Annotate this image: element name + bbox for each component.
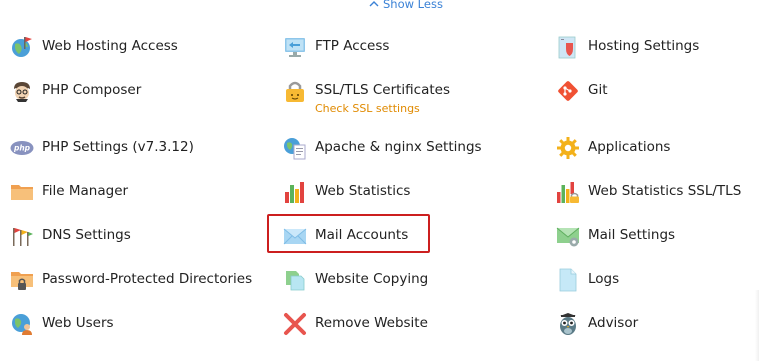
web-statistics-item[interactable]: Web Statistics bbox=[283, 180, 410, 204]
git-item[interactable]: Git bbox=[556, 79, 608, 103]
remove-website-item[interactable]: Remove Website bbox=[283, 312, 428, 336]
owl-icon bbox=[556, 312, 580, 336]
php-composer-label: PHP Composer bbox=[42, 82, 142, 98]
password-protected-directories-item[interactable]: Password-Protected Directories bbox=[10, 268, 252, 292]
mail-settings-icon bbox=[556, 224, 580, 248]
svg-text:php: php bbox=[13, 144, 31, 153]
hosting-settings-item[interactable]: Hosting Settings bbox=[556, 35, 699, 59]
web-statistics-ssl-item[interactable]: Web Statistics SSL/TLS bbox=[556, 180, 741, 204]
dns-settings-label: DNS Settings bbox=[42, 227, 131, 243]
server-shield-icon bbox=[556, 35, 580, 59]
remove-website-label: Remove Website bbox=[315, 315, 428, 331]
git-label: Git bbox=[588, 82, 608, 98]
logs-item[interactable]: Logs bbox=[556, 268, 619, 292]
web-hosting-access-label: Web Hosting Access bbox=[42, 38, 178, 54]
git-icon bbox=[556, 79, 580, 103]
scroll-edge-shadow bbox=[755, 290, 759, 361]
advisor-label: Advisor bbox=[588, 315, 639, 331]
apache-nginx-settings-label: Apache & nginx Settings bbox=[315, 139, 482, 155]
envelope-icon bbox=[283, 224, 307, 248]
web-statistics-label: Web Statistics bbox=[315, 183, 411, 199]
file-manager-label: File Manager bbox=[42, 183, 129, 199]
apache-nginx-settings-item[interactable]: Apache & nginx Settings bbox=[283, 136, 482, 160]
bar-chart-icon bbox=[283, 180, 307, 204]
ssl-tls-certificates-label: SSL/TLS Certificates bbox=[315, 82, 450, 98]
red-x-icon bbox=[283, 312, 307, 336]
folder-icon bbox=[10, 180, 34, 204]
padlock-icon bbox=[283, 79, 307, 103]
php-settings-item[interactable]: php PHP Settings (v7.3.12) bbox=[10, 136, 194, 160]
check-ssl-settings-link[interactable]: Check SSL settings bbox=[315, 102, 450, 115]
chevron-up-icon bbox=[369, 1, 379, 7]
applications-label: Applications bbox=[588, 139, 671, 155]
show-less-link[interactable]: Show Less bbox=[369, 0, 443, 11]
globe-user-icon bbox=[10, 312, 34, 336]
mail-settings-label: Mail Settings bbox=[588, 227, 676, 243]
composer-icon bbox=[10, 79, 34, 103]
ssl-tls-certificates-item[interactable]: SSL/TLS Certificates Check SSL settings bbox=[283, 79, 450, 115]
globe-document-icon bbox=[283, 136, 307, 160]
website-copying-label: Website Copying bbox=[315, 271, 429, 287]
bar-chart-lock-icon bbox=[556, 180, 580, 204]
dns-settings-item[interactable]: DNS Settings bbox=[10, 224, 131, 248]
php-settings-label: PHP Settings (v7.3.12) bbox=[42, 139, 194, 155]
logs-label: Logs bbox=[588, 271, 620, 287]
ftp-access-item[interactable]: FTP Access bbox=[283, 35, 389, 59]
php-composer-item[interactable]: PHP Composer bbox=[10, 79, 141, 103]
copy-pages-icon bbox=[283, 268, 307, 292]
web-users-item[interactable]: Web Users bbox=[10, 312, 114, 336]
dns-flags-icon bbox=[10, 224, 34, 248]
locked-folder-icon bbox=[10, 268, 34, 292]
hosting-tools-panel: Show Less Web Hosting Access PHP Compose… bbox=[0, 0, 759, 361]
web-hosting-access-item[interactable]: Web Hosting Access bbox=[10, 35, 178, 59]
php-icon: php bbox=[10, 136, 34, 160]
gear-icon bbox=[556, 136, 580, 160]
mail-settings-item[interactable]: Mail Settings bbox=[556, 224, 675, 248]
file-manager-item[interactable]: File Manager bbox=[10, 180, 128, 204]
hosting-settings-label: Hosting Settings bbox=[588, 38, 700, 54]
web-users-label: Web Users bbox=[42, 315, 114, 331]
advisor-item[interactable]: Advisor bbox=[556, 312, 638, 336]
ftp-monitor-icon bbox=[283, 35, 307, 59]
globe-flag-icon bbox=[10, 35, 34, 59]
web-statistics-ssl-label: Web Statistics SSL/TLS bbox=[588, 183, 742, 199]
password-protected-directories-label: Password-Protected Directories bbox=[42, 271, 253, 287]
show-less-label: Show Less bbox=[383, 0, 443, 11]
website-copying-item[interactable]: Website Copying bbox=[283, 268, 428, 292]
mail-accounts-item[interactable]: Mail Accounts bbox=[283, 224, 408, 248]
mail-accounts-label: Mail Accounts bbox=[315, 227, 409, 243]
document-icon bbox=[556, 268, 580, 292]
ftp-access-label: FTP Access bbox=[315, 38, 390, 54]
applications-item[interactable]: Applications bbox=[556, 136, 670, 160]
